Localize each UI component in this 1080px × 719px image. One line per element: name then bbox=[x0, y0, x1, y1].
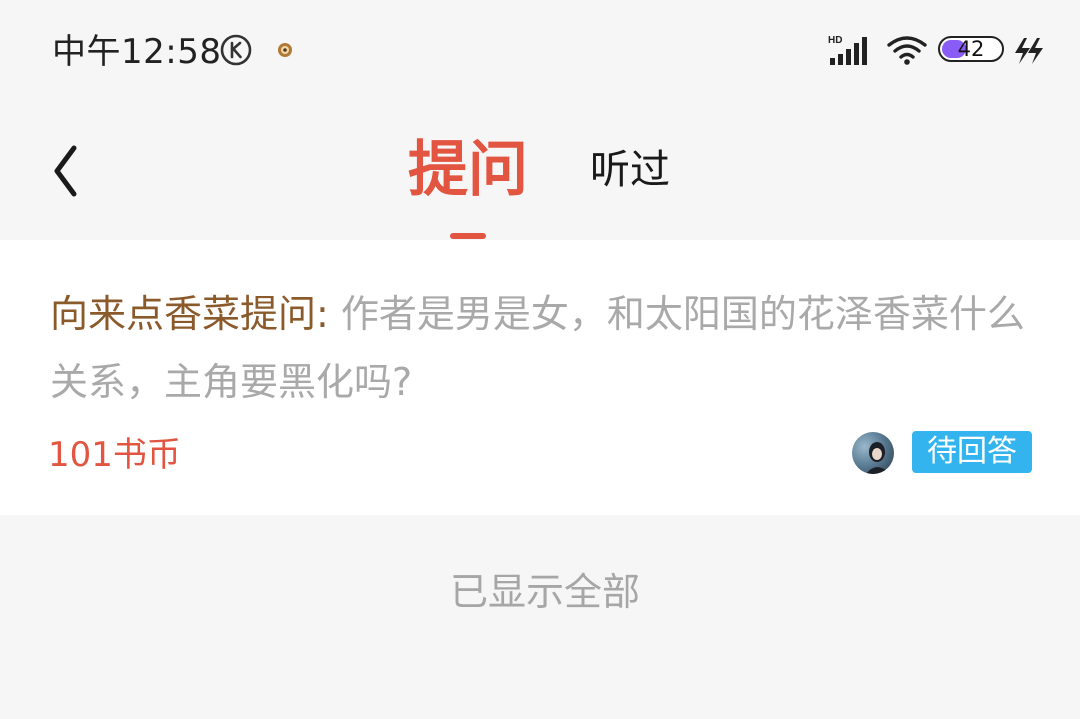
charging-icon bbox=[1015, 38, 1043, 64]
user-avatar[interactable] bbox=[852, 432, 894, 474]
price-label: 101书币 bbox=[48, 435, 181, 475]
tab-ask[interactable]: 提问 bbox=[408, 130, 528, 210]
nav-header: 提问 听过 bbox=[0, 100, 1080, 240]
tab-listened[interactable]: 听过 bbox=[590, 140, 670, 200]
question-text-block[interactable]: 向来点香菜提问: 作者是男是女，和太阳国的花泽香菜什么关系，主角要黑化吗? bbox=[50, 280, 1040, 416]
back-button[interactable] bbox=[40, 136, 96, 206]
wifi-icon bbox=[887, 36, 927, 65]
screen: 中午12:58 HD 42 提问 听过 向来点香菜提问: 作者是男是女，和太阳国… bbox=[0, 0, 1080, 719]
status-time: 中午12:58 bbox=[52, 32, 222, 72]
k-circle-icon bbox=[220, 34, 252, 66]
notification-icon bbox=[278, 43, 292, 57]
end-of-list-text: 已显示全部 bbox=[449, 570, 640, 614]
chevron-left-icon bbox=[54, 145, 77, 197]
question-card[interactable]: 向来点香菜提问: 作者是男是女，和太阳国的花泽香菜什么关系，主角要黑化吗? 10… bbox=[0, 240, 1080, 515]
asker-label: 向来点香菜提问: bbox=[50, 292, 329, 336]
avatar-image bbox=[866, 442, 890, 474]
hd-signal-icon: HD bbox=[828, 35, 867, 65]
battery-level: 42 bbox=[957, 37, 985, 61]
active-tab-indicator bbox=[450, 233, 486, 239]
battery-icon: 42 bbox=[938, 36, 1006, 64]
status-badge: 待回答 bbox=[912, 431, 1032, 473]
hd-label: HD bbox=[828, 35, 842, 46]
status-bar: 中午12:58 HD 42 bbox=[0, 0, 1080, 100]
